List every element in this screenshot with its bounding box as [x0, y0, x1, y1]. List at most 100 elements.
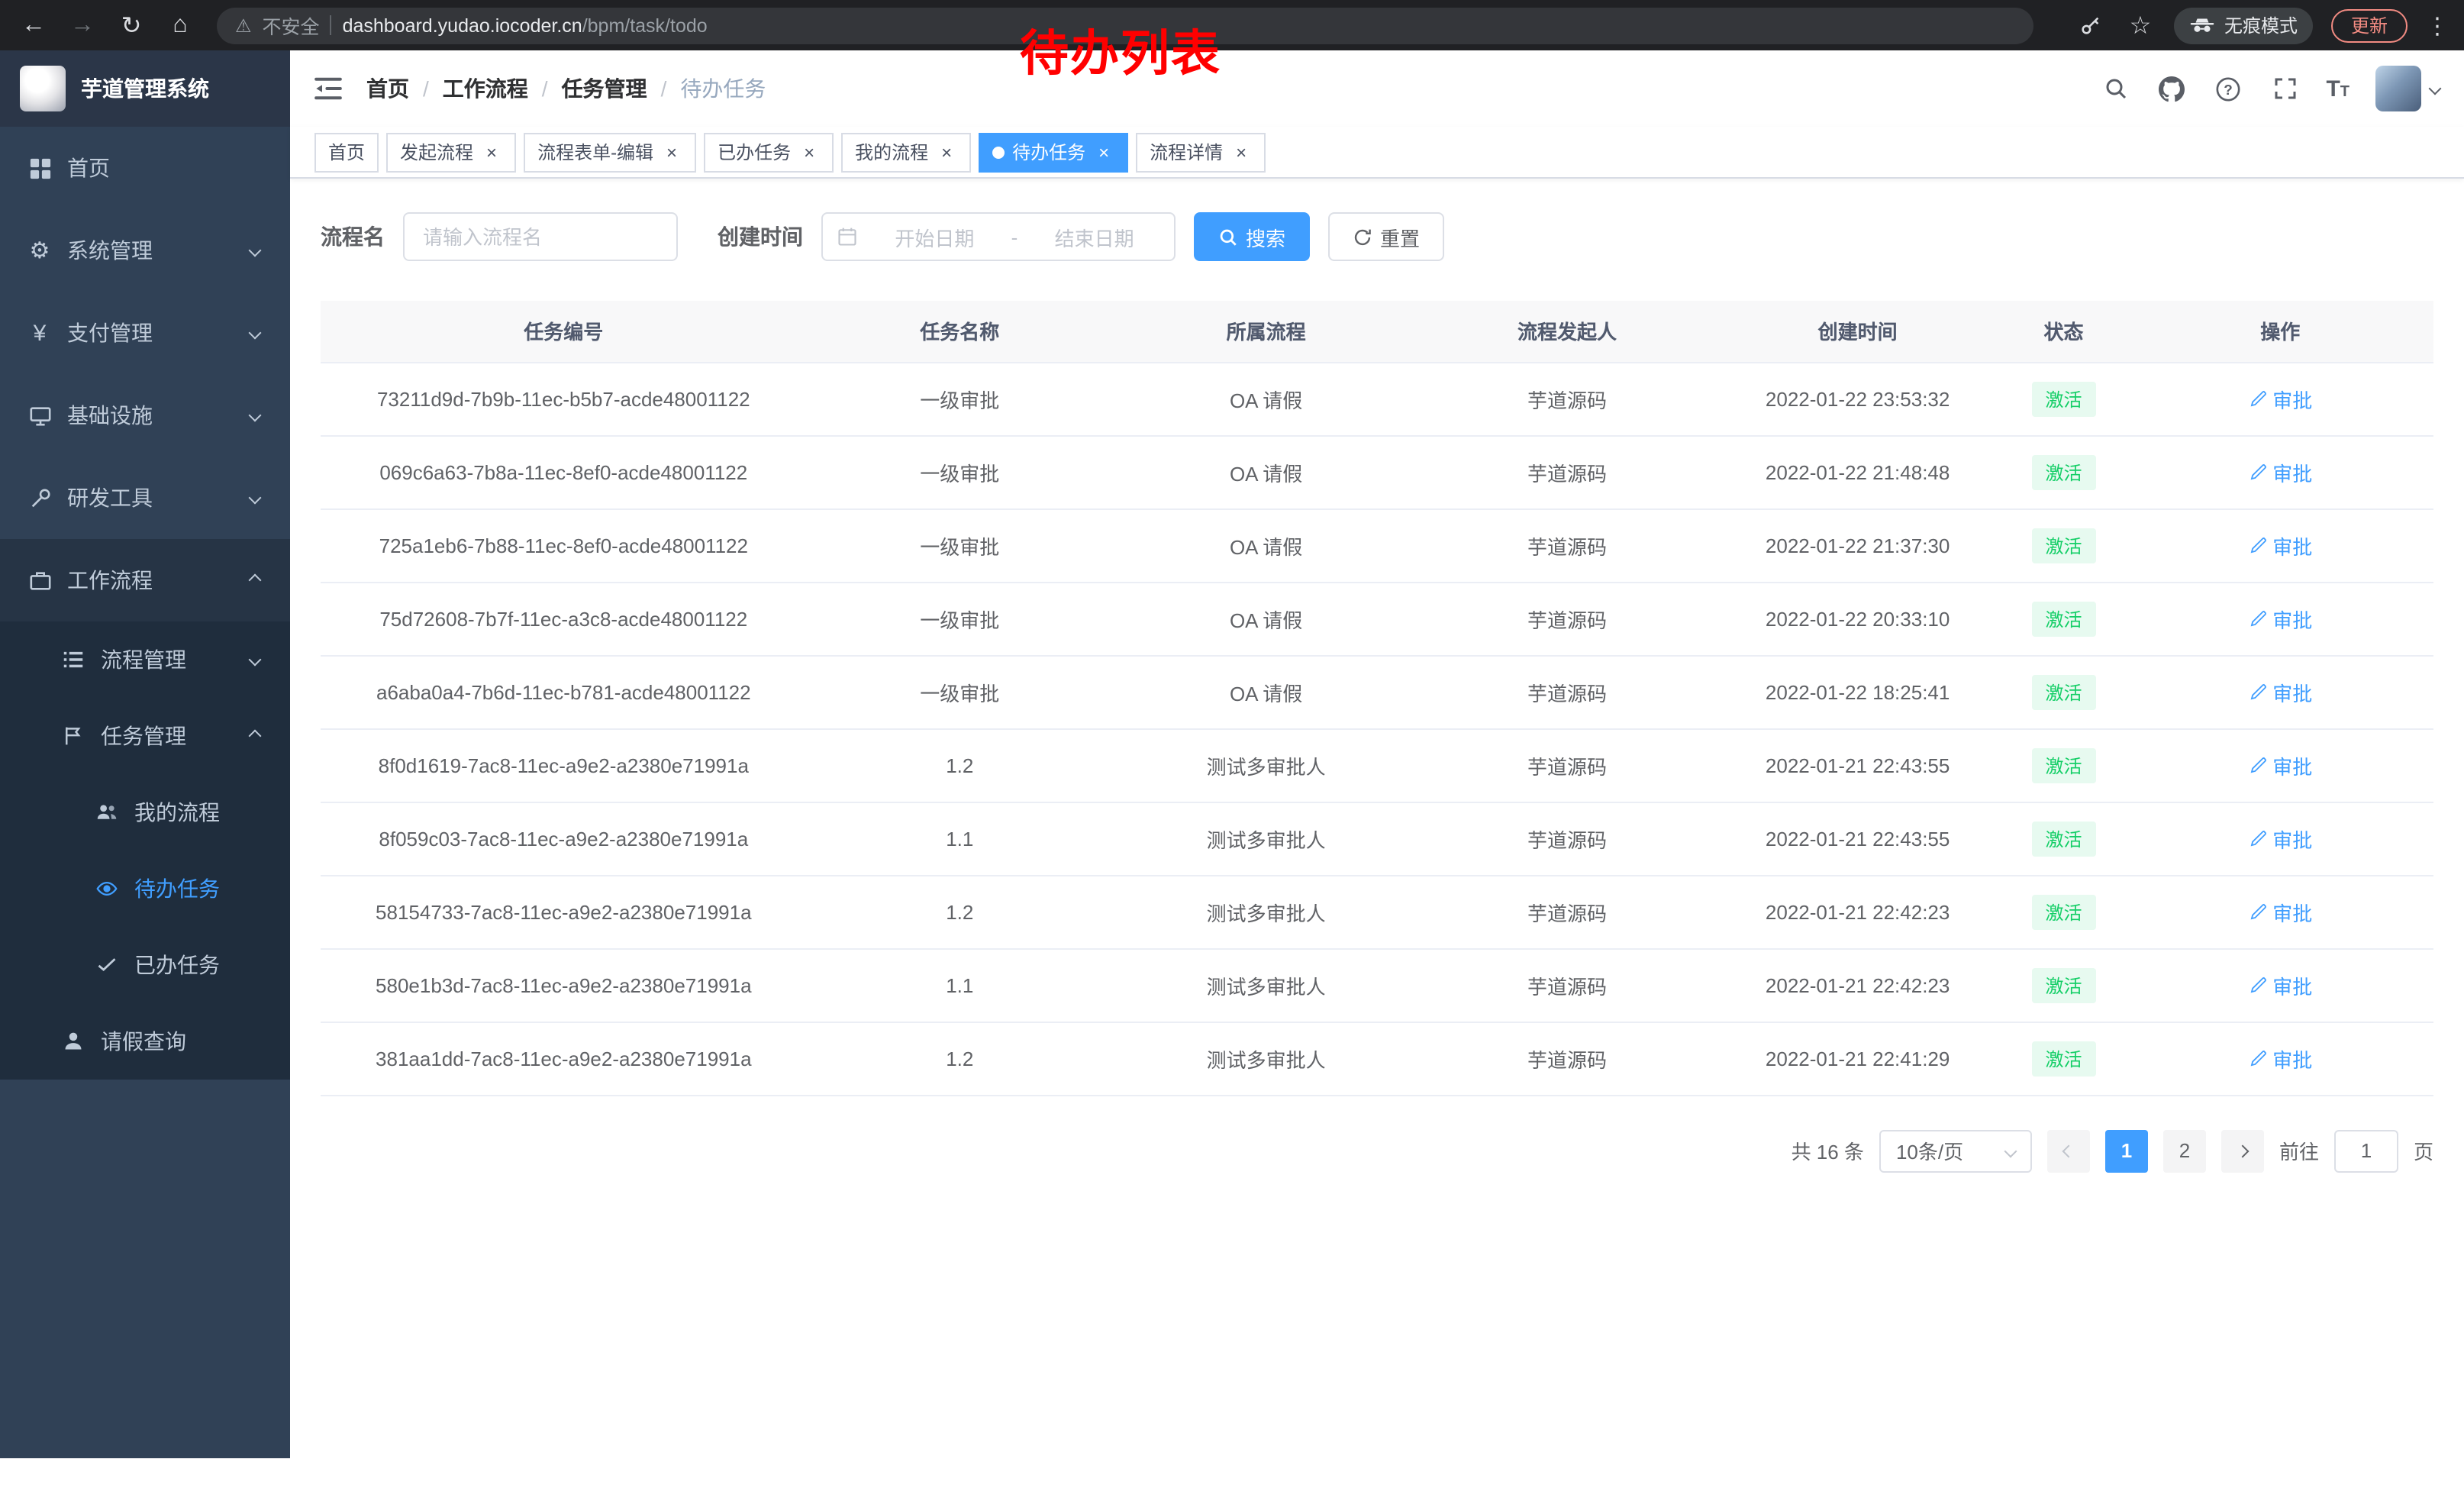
edit-icon	[2248, 976, 2266, 994]
table-row: 580e1b3d-7ac8-11ec-a9e2-a2380e71991a 1.1…	[321, 948, 2433, 1022]
breadcrumb-task-management[interactable]: 任务管理	[562, 73, 647, 104]
page-size-select[interactable]: 10条/页	[1879, 1129, 2032, 1172]
github-icon[interactable]	[2156, 73, 2187, 104]
reset-button[interactable]: 重置	[1328, 212, 1444, 261]
tab-label: 首页	[328, 139, 365, 165]
table-row: 58154733-7ac8-11ec-a9e2-a2380e71991a 1.2…	[321, 875, 2433, 948]
sidebar-item-label: 基础设施	[67, 400, 153, 431]
breadcrumb-workflow[interactable]: 工作流程	[443, 73, 528, 104]
sidebar-item-system[interactable]: ⚙ 系统管理	[0, 209, 290, 292]
sidebar-item-label: 工作流程	[67, 565, 153, 596]
task-name-cell: 一级审批	[807, 508, 1113, 582]
status-badge: 激活	[2031, 601, 2095, 636]
close-icon[interactable]: ×	[661, 141, 682, 163]
sidebar-item-leave-query[interactable]: 请假查询	[0, 1003, 290, 1080]
search-button[interactable]: 搜索	[1194, 212, 1310, 261]
approve-link-label: 审批	[2272, 897, 2312, 926]
task-starter-cell: 芋道源码	[1419, 362, 1715, 435]
sidebar-item-done-tasks[interactable]: 已办任务	[0, 927, 290, 1003]
tab-label: 流程表单-编辑	[537, 139, 653, 165]
app-logo-row[interactable]: 芋道管理系统	[0, 50, 290, 127]
page-button-2[interactable]: 2	[2163, 1129, 2206, 1172]
chevron-up-icon	[249, 574, 262, 587]
address-bar[interactable]: ⚠ 不安全 dashboard.yudao.iocoder.cn/bpm/tas…	[217, 7, 2033, 44]
process-name-label: 流程名	[321, 221, 385, 252]
font-size-icon[interactable]: TT	[2326, 77, 2350, 100]
svg-text:?: ?	[2224, 82, 2233, 98]
edit-icon	[2248, 756, 2266, 774]
workflow-submenu: 流程管理 任务管理 我的流程	[0, 621, 290, 1080]
sidebar-item-process-management[interactable]: 流程管理	[0, 621, 290, 698]
status-badge: 激活	[2031, 674, 2095, 709]
col-status: 状态	[2000, 301, 2127, 362]
approve-link[interactable]: 审批	[2248, 824, 2312, 853]
sidebar-item-devtools[interactable]: 研发工具	[0, 457, 290, 539]
update-button[interactable]: 更新	[2331, 8, 2408, 42]
help-icon[interactable]: ?	[2213, 73, 2243, 104]
approve-link[interactable]: 审批	[2248, 457, 2312, 486]
dashboard-icon	[27, 157, 52, 179]
table-row: 73211d9d-7b9b-11ec-b5b7-acde48001122 一级审…	[321, 362, 2433, 435]
task-name-cell: 1.1	[807, 948, 1113, 1022]
next-page-button[interactable]	[2221, 1129, 2264, 1172]
approve-link[interactable]: 审批	[2248, 970, 2312, 999]
task-process-cell: 测试多审批人	[1113, 1022, 1419, 1095]
content: 流程名 创建时间 开始日期 - 结束日期	[290, 179, 2464, 1458]
forward-icon[interactable]: →	[64, 7, 101, 44]
tab-home[interactable]: 首页	[314, 132, 379, 172]
sidebar-item-task-management[interactable]: 任务管理	[0, 698, 290, 774]
reload-icon[interactable]: ↻	[113, 7, 150, 44]
home-icon[interactable]: ⌂	[162, 7, 198, 44]
task-created-cell: 2022-01-22 21:48:48	[1715, 435, 2001, 508]
search-icon[interactable]	[2100, 73, 2130, 104]
approve-link[interactable]: 审批	[2248, 384, 2312, 413]
approve-link[interactable]: 审批	[2248, 1044, 2312, 1073]
tab-form-edit[interactable]: 流程表单-编辑 ×	[524, 132, 696, 172]
task-process-cell: OA 请假	[1113, 582, 1419, 655]
task-created-cell: 2022-01-21 22:43:55	[1715, 802, 2001, 875]
close-icon[interactable]: ×	[1093, 141, 1114, 163]
browser-nav-buttons: ← → ↻ ⌂	[15, 7, 198, 44]
breadcrumb-home[interactable]: 首页	[366, 73, 409, 104]
task-starter-cell: 芋道源码	[1419, 875, 1715, 948]
approve-link[interactable]: 审批	[2248, 750, 2312, 780]
sidebar-item-infrastructure[interactable]: 基础设施	[0, 374, 290, 457]
tab-start-process[interactable]: 发起流程 ×	[386, 132, 516, 172]
fullscreen-icon[interactable]	[2269, 73, 2300, 104]
tab-todo-tasks[interactable]: 待办任务 ×	[979, 132, 1128, 172]
prev-page-button[interactable]	[2047, 1129, 2090, 1172]
pagination-total: 共 16 条	[1792, 1136, 1864, 1165]
task-id-cell: 580e1b3d-7ac8-11ec-a9e2-a2380e71991a	[321, 948, 807, 1022]
tab-done-tasks[interactable]: 已办任务 ×	[704, 132, 834, 172]
back-icon[interactable]: ←	[15, 7, 52, 44]
breadcrumb-separator: /	[661, 76, 667, 101]
sidebar-item-home[interactable]: 首页	[0, 127, 290, 209]
close-icon[interactable]: ×	[936, 141, 957, 163]
approve-link[interactable]: 审批	[2248, 604, 2312, 633]
tab-my-process[interactable]: 我的流程 ×	[841, 132, 971, 172]
sidebar-item-my-process[interactable]: 我的流程	[0, 774, 290, 851]
sidebar-item-payment[interactable]: ¥ 支付管理	[0, 292, 290, 374]
warning-icon: ⚠	[235, 15, 252, 36]
close-icon[interactable]: ×	[481, 141, 502, 163]
chevron-down-icon	[2429, 82, 2442, 95]
browser-menu-icon[interactable]: ⋮	[2426, 11, 2449, 39]
close-icon[interactable]: ×	[1230, 141, 1252, 163]
close-icon[interactable]: ×	[798, 141, 820, 163]
user-menu[interactable]	[2375, 66, 2440, 111]
approve-link[interactable]: 审批	[2248, 531, 2312, 560]
approve-link[interactable]: 审批	[2248, 677, 2312, 706]
date-range-picker[interactable]: 开始日期 - 结束日期	[821, 212, 1176, 261]
tab-process-detail[interactable]: 流程详情 ×	[1136, 132, 1266, 172]
sidebar-item-workflow[interactable]: 工作流程	[0, 539, 290, 621]
key-icon[interactable]	[2076, 10, 2107, 40]
page-button-1[interactable]: 1	[2105, 1129, 2148, 1172]
goto-page-input[interactable]	[2334, 1129, 2398, 1172]
table-row: 725a1eb6-7b88-11ec-8ef0-acde48001122 一级审…	[321, 508, 2433, 582]
sidebar-item-todo-tasks[interactable]: 待办任务	[0, 851, 290, 927]
process-name-input[interactable]	[403, 212, 678, 261]
star-icon[interactable]: ☆	[2125, 10, 2156, 40]
sidebar-fold-icon[interactable]	[314, 76, 342, 101]
approve-link[interactable]: 审批	[2248, 897, 2312, 926]
task-name-cell: 一级审批	[807, 655, 1113, 728]
